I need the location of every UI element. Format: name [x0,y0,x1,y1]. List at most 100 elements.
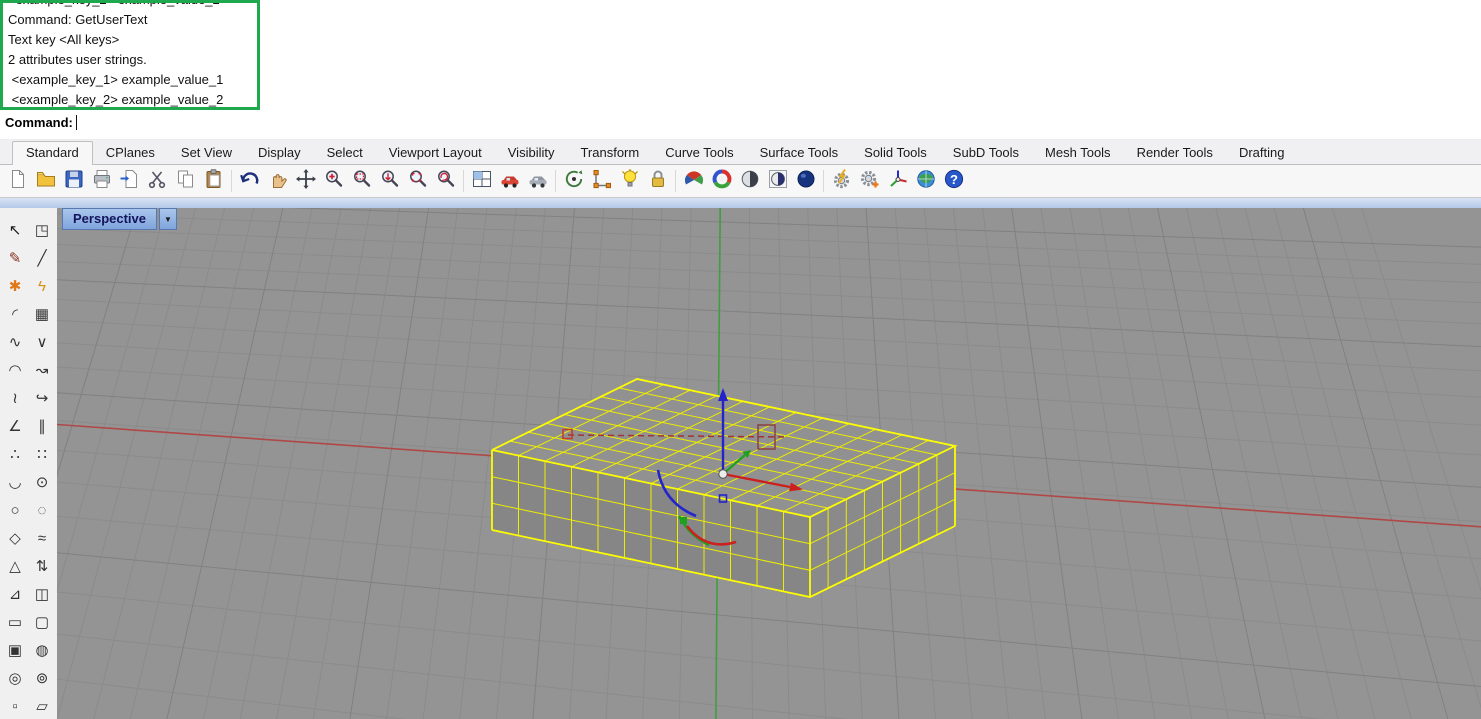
tool-extend-curve[interactable]: ↪ [29,386,55,412]
import-file-button[interactable] [116,167,143,195]
new-file-button[interactable] [4,167,31,195]
tool-surface-grid[interactable]: ▦ [29,302,55,328]
tool-arc-blend[interactable]: ◡ [2,470,28,496]
move-button[interactable] [292,167,319,195]
tab-surface-tools[interactable]: Surface Tools [747,142,852,164]
command-caret [76,115,77,130]
pan-view-button[interactable] [264,167,291,195]
tab-render-tools[interactable]: Render Tools [1124,142,1226,164]
rotate-view-button[interactable] [432,167,459,195]
display-mode-button[interactable] [524,167,551,195]
tool-freeform-curve[interactable]: ∿ [2,330,28,356]
command-prompt[interactable]: Command: [0,110,1481,134]
tool-polygon[interactable]: ◇ [2,526,28,552]
named-views-button[interactable] [560,167,587,195]
tool-curve-wave[interactable]: ≈ [29,526,55,552]
tab-viewport-layout[interactable]: Viewport Layout [376,142,495,164]
tool-revolve[interactable]: ⇅ [29,554,55,580]
tool-plane[interactable]: ▱ [29,694,55,719]
tool-circle-dashed[interactable]: ◌ [29,498,55,524]
undo-button[interactable] [236,167,263,195]
cut-button[interactable] [144,167,171,195]
lock-objects-button[interactable] [644,167,671,195]
rendered-mode-button[interactable] [792,167,819,195]
script-tools-button[interactable] [828,167,855,195]
tab-transform[interactable]: Transform [567,142,652,164]
tab-cplanes[interactable]: CPlanes [93,142,168,164]
ghosted-mode-button[interactable] [764,167,791,195]
copy-button[interactable] [172,167,199,195]
tab-set-view[interactable]: Set View [168,142,245,164]
globe-icon [915,168,937,195]
tab-display[interactable]: Display [245,142,314,164]
tool-offset[interactable]: ∥ [29,414,55,440]
tool-torus[interactable]: ◎ [2,666,28,692]
tab-standard[interactable]: Standard [12,141,93,165]
tool-curve-corner[interactable]: ◜ [2,302,28,328]
render-button[interactable] [680,167,707,195]
tool-sweep[interactable]: ⊿ [2,582,28,608]
tool-arc[interactable]: ◠ [2,358,28,384]
tool-move-uvn[interactable]: ◳ [29,218,55,244]
tab-drafting[interactable]: Drafting [1226,142,1298,164]
history-line: 2 attributes user strings. [8,50,253,70]
gumball-origin[interactable] [719,470,727,478]
tool-ellipse[interactable]: ○ [2,498,28,524]
tool-sphere[interactable]: ◍ [29,638,55,664]
options-button[interactable] [856,167,883,195]
tool-snap-gear[interactable]: ✱ [2,274,28,300]
tab-subd-tools[interactable]: SubD Tools [940,142,1032,164]
shade-view-button[interactable] [496,167,523,195]
tool-polyline[interactable]: ∨ [29,330,55,356]
tool-points[interactable]: ∴ [2,442,28,468]
svg-text:?: ? [950,171,958,186]
render-settings-button[interactable] [708,167,735,195]
cplane-points-icon [591,168,613,195]
help-icon: ? [943,168,965,195]
tool-select[interactable]: ↖ [2,218,28,244]
tool-edit-pen[interactable]: ✎ [2,246,28,272]
hand-icon [267,168,289,195]
viewport-layout-button[interactable] [468,167,495,195]
zoom-dynamic-button[interactable] [376,167,403,195]
open-file-button[interactable] [32,167,59,195]
print-button[interactable] [88,167,115,195]
viewport-menu-dropdown[interactable]: ▼ [159,208,177,230]
zoom-extents-button[interactable] [404,167,431,195]
paste-button[interactable] [200,167,227,195]
viewport[interactable]: Perspective ▼ [57,208,1481,719]
tool-cylinder[interactable]: ◫ [29,582,55,608]
save-file-button[interactable] [60,167,87,195]
zoom-window-button[interactable] [348,167,375,195]
shaded-mode-button[interactable] [736,167,763,195]
tool-box[interactable]: ▣ [2,638,28,664]
zoom-button[interactable] [320,167,347,195]
tool-rounded-rectangle[interactable]: ▢ [29,610,55,636]
tool-line[interactable]: ╱ [29,246,55,272]
tool-curve-through[interactable]: ↝ [29,358,55,384]
sphere-blue-icon [795,168,817,195]
lights-button[interactable] [616,167,643,195]
cplane-button[interactable] [588,167,615,195]
help-button[interactable]: ? [940,167,967,195]
tool-rectangle[interactable]: ▭ [2,610,28,636]
tool-mesh-box[interactable]: ▫ [2,694,28,719]
tab-mesh-tools[interactable]: Mesh Tools [1032,142,1124,164]
tool-circle-center[interactable]: ⊙ [29,470,55,496]
tab-visibility[interactable]: Visibility [495,142,568,164]
web-browser-button[interactable] [912,167,939,195]
tool-pipe[interactable]: ⊚ [29,666,55,692]
tab-curve-tools[interactable]: Curve Tools [652,142,746,164]
tool-curve-handle[interactable]: ≀ [2,386,28,412]
tool-point-grid[interactable]: ∷ [29,442,55,468]
tab-select[interactable]: Select [314,142,376,164]
gumball-toggle-button[interactable] [884,167,911,195]
tool-cone[interactable]: △ [2,554,28,580]
tool-spark[interactable]: ϟ [29,274,55,300]
toolbar-separator [555,170,556,192]
tool-angle[interactable]: ∠ [2,414,28,440]
viewport-title[interactable]: Perspective [62,208,157,230]
gumball-y-scale-handle[interactable] [680,517,687,524]
tab-solid-tools[interactable]: Solid Tools [851,142,940,164]
viewport-canvas[interactable] [57,208,1481,719]
